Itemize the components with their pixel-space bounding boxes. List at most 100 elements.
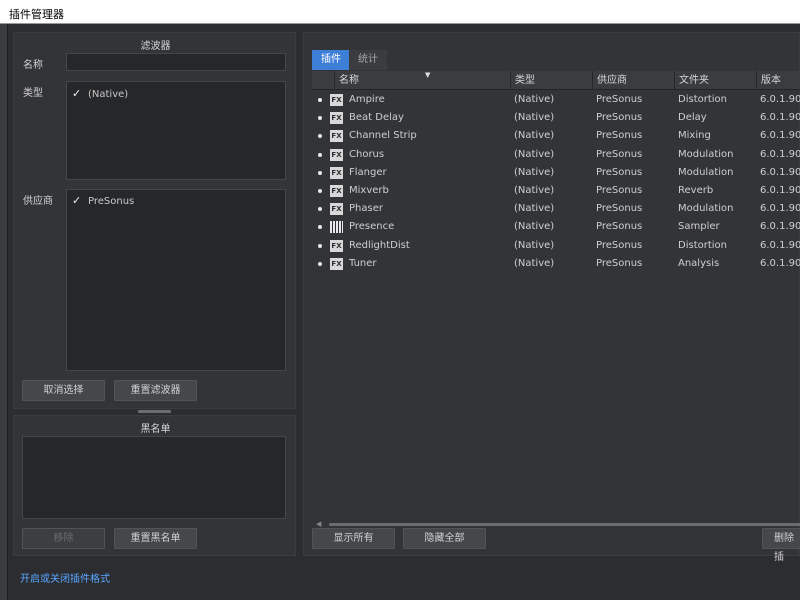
cell-folder: Sampler — [678, 221, 720, 233]
cell-vendor: PreSonus — [596, 130, 643, 142]
check-icon: ✓ — [72, 87, 82, 100]
cell-version: 6.0.1.904 — [760, 112, 800, 124]
cell-name: Mixverb — [349, 185, 389, 196]
window-titlebar: 插件管理器 — [0, 0, 800, 24]
name-label: 名称 — [23, 60, 43, 71]
instrument-icon — [330, 221, 343, 234]
plugin-row[interactable]: FX Chorus (Native) PreSonus Modulation 6.0.1.… — [312, 146, 800, 164]
delete-plugin-button[interactable]: 删除插 — [762, 528, 800, 563]
tab-statistics[interactable]: 统计 — [349, 50, 387, 70]
panel-splitter-handle[interactable] — [138, 410, 171, 413]
column-version[interactable]: 版本 — [756, 71, 800, 90]
plugin-row[interactable]: FX Tuner (Native) PreSonus Analysis 6.0.1.904 — [312, 255, 800, 273]
type-item-native[interactable]: ✓ (Native) — [72, 86, 128, 102]
plugins-panel: 插件 统计 名称 ▼ 类型 供应商 文件夹 版本 FX Ampire (Native… — [303, 32, 800, 563]
name-filter-input[interactable] — [66, 53, 286, 71]
plugin-row[interactable]: FX Ampire (Native) PreSonus Distortion 6.0.1.… — [312, 91, 800, 109]
plugin-row[interactable]: FX Flanger (Native) PreSonus Modulation 6.0.1… — [312, 164, 800, 182]
cell-type: (Native) — [514, 94, 555, 105]
cell-version: 6.0.1.904 — [760, 166, 800, 178]
cell-type: (Native) — [514, 112, 555, 124]
deselect-button[interactable]: 取消选择 — [22, 380, 105, 401]
window-title: 插件管理器 — [9, 8, 64, 21]
column-name[interactable]: 名称 — [334, 71, 510, 90]
column-vendor[interactable]: 供应商 — [592, 71, 674, 90]
cell-folder: Reverb — [678, 185, 714, 196]
cell-vendor: PreSonus — [596, 148, 643, 160]
cell-vendor: PreSonus — [596, 112, 643, 124]
cell-vendor: PreSonus — [596, 257, 643, 269]
scroll-left-icon[interactable]: ◀ — [316, 520, 321, 528]
cell-version: 6.0.1.904 — [760, 94, 800, 105]
type-item-label: (Native) — [88, 88, 129, 100]
plugin-table-header: 名称 ▼ 类型 供应商 文件夹 版本 — [312, 71, 800, 90]
cell-folder: Mixing — [678, 130, 711, 142]
cell-folder: Modulation — [678, 166, 734, 178]
column-folder[interactable]: 文件夹 — [674, 71, 756, 90]
toggle-plugin-formats-link[interactable]: 开启或关闭插件格式 — [20, 570, 110, 585]
type-label: 类型 — [23, 88, 43, 99]
show-all-button[interactable]: 显示所有 — [312, 528, 395, 549]
column-type[interactable]: 类型 — [510, 71, 592, 90]
cell-folder: Distortion — [678, 94, 727, 105]
enabled-dot-icon — [318, 134, 322, 139]
fx-icon: FX — [330, 130, 343, 143]
enabled-dot-icon — [318, 189, 322, 193]
cell-vendor: PreSonus — [596, 221, 643, 233]
plugin-row[interactable]: FX Phaser (Native) PreSonus Modulation 6.0.1.… — [312, 200, 800, 218]
enabled-dot-icon — [318, 116, 322, 121]
cell-type: (Native) — [514, 221, 555, 233]
cell-vendor: PreSonus — [596, 94, 643, 105]
background-window-edge — [0, 24, 8, 600]
fx-icon: FX — [330, 203, 343, 216]
plugin-row[interactable]: Presence (Native) PreSonus Sampler 6.0.1.904 — [312, 218, 800, 236]
enabled-dot-icon — [318, 170, 322, 175]
enabled-dot-icon — [318, 225, 322, 230]
vendor-item-label: PreSonus — [88, 195, 135, 207]
cell-name: Flanger — [349, 166, 387, 178]
cell-vendor: PreSonus — [596, 166, 643, 178]
tab-plugins[interactable]: 插件 — [312, 50, 350, 70]
vendor-list[interactable]: ✓ PreSonus — [66, 189, 286, 371]
plugin-row[interactable]: FX Mixverb (Native) PreSonus Reverb 6.0.1.904 — [312, 182, 800, 200]
enabled-dot-icon — [318, 98, 322, 102]
horizontal-scrollbar[interactable]: ◀ — [312, 520, 800, 528]
cell-version: 6.0.1.904 — [760, 239, 800, 251]
reset-blacklist-button[interactable]: 重置黑名单 — [114, 528, 197, 549]
enabled-dot-icon — [318, 152, 322, 157]
fx-icon: FX — [330, 148, 343, 161]
cell-type: (Native) — [514, 130, 555, 142]
plugin-row[interactable]: FX Channel Strip (Native) PreSonus Mixing 6.0… — [312, 127, 800, 145]
vendor-label: 供应商 — [23, 196, 53, 207]
cell-folder: Modulation — [678, 203, 734, 215]
plugin-row[interactable]: FX RedlightDist (Native) PreSonus Distortion… — [312, 237, 800, 255]
plugin-manager-window: 滤波器 名称 类型 ✓ (Native) 供应商 ✓ PreSonus 取消选择… — [8, 24, 800, 600]
plugin-row[interactable]: FX Beat Delay (Native) PreSonus Delay 6.0.1.9… — [312, 109, 800, 127]
reset-filter-button[interactable]: 重置滤波器 — [114, 380, 197, 401]
blacklist-list[interactable] — [22, 436, 286, 519]
enabled-dot-icon — [318, 207, 322, 212]
enabled-dot-icon — [318, 261, 322, 266]
cell-type: (Native) — [514, 257, 555, 269]
fx-icon: FX — [330, 166, 343, 179]
scrollbar-thumb[interactable] — [329, 523, 800, 526]
cell-version: 6.0.1.904 — [760, 257, 800, 269]
remove-button[interactable]: 移除 — [22, 528, 105, 549]
cell-folder: Analysis — [678, 257, 720, 269]
cell-version: 6.0.1.904 — [760, 185, 800, 196]
cell-name: Ampire — [349, 94, 385, 105]
blacklist-panel: 黑名单 移除 重置黑名单 — [13, 415, 296, 556]
cell-folder: Modulation — [678, 148, 734, 160]
cell-vendor: PreSonus — [596, 185, 643, 196]
fx-icon: FX — [330, 185, 343, 197]
cell-name: Tuner — [349, 257, 377, 269]
cell-folder: Distortion — [678, 239, 727, 251]
cell-name: Phaser — [349, 203, 383, 215]
fx-icon: FX — [330, 94, 343, 106]
filter-panel: 滤波器 名称 类型 ✓ (Native) 供应商 ✓ PreSonus 取消选择… — [13, 32, 296, 409]
vendor-item-presonus[interactable]: ✓ PreSonus — [72, 193, 134, 209]
hide-all-button[interactable]: 隐藏全部 — [403, 528, 486, 549]
cell-version: 6.0.1.904 — [760, 130, 800, 142]
type-list[interactable]: ✓ (Native) — [66, 81, 286, 180]
check-icon: ✓ — [72, 194, 82, 207]
